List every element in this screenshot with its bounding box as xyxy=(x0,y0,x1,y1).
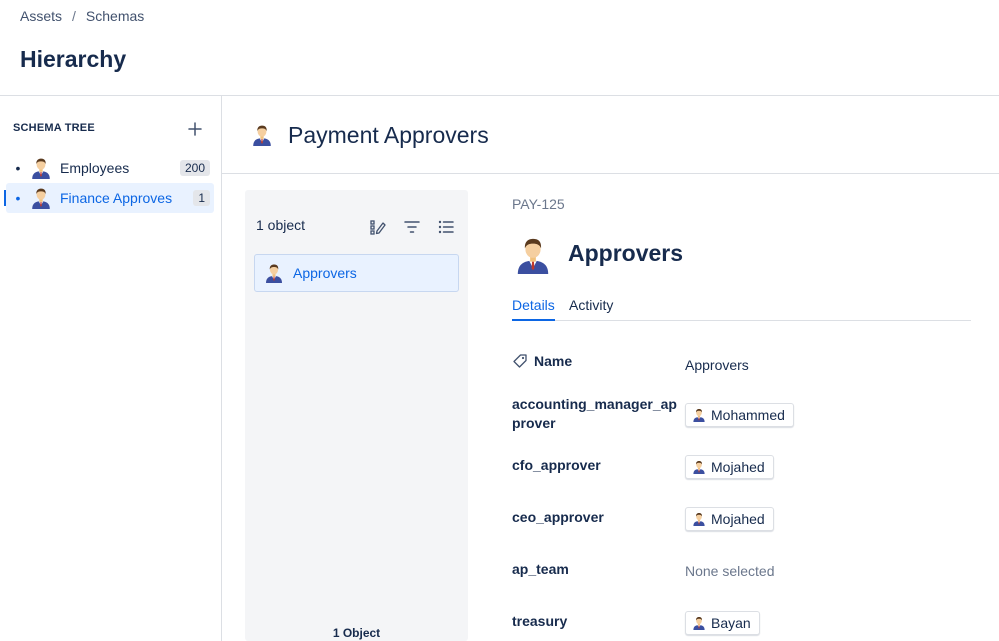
user-chip-label: Bayan xyxy=(711,615,751,631)
object-title: Approvers xyxy=(568,240,684,266)
sidebar-item-finance-approves[interactable]: • Finance Approves 1 xyxy=(4,183,214,213)
person-icon xyxy=(251,124,273,146)
user-chip[interactable]: Mohammed xyxy=(685,403,794,427)
sidebar-item-label: Finance Approves xyxy=(60,190,173,206)
attribute-label: Name xyxy=(534,353,573,369)
list-item-approvers[interactable]: Approvers xyxy=(254,254,459,292)
attribute-value: Approvers xyxy=(685,357,749,373)
count-badge: 1 xyxy=(193,190,210,206)
schema-title: Payment Approvers xyxy=(288,122,489,148)
attribute-label: accounting_manager_ap prover xyxy=(512,396,677,431)
person-icon xyxy=(692,460,706,474)
object-tabs: Details Activity xyxy=(512,296,971,321)
attribute-value: None selected xyxy=(685,563,775,579)
user-chip-label: Mojahed xyxy=(711,511,765,527)
sidebar-item-employees[interactable]: • Employees 200 xyxy=(6,153,214,183)
object-count: 1 object xyxy=(256,217,306,233)
person-icon xyxy=(30,187,52,209)
person-icon xyxy=(264,263,284,283)
tab-details[interactable]: Details xyxy=(512,297,555,321)
page-title: Hierarchy xyxy=(20,46,127,72)
user-chip[interactable]: Mojahed xyxy=(685,507,774,531)
attribute-label: cfo_approver xyxy=(512,457,601,473)
person-icon xyxy=(692,408,706,422)
attribute-label: treasury xyxy=(512,613,568,629)
breadcrumb: Assets / Schemas xyxy=(20,8,144,24)
person-icon xyxy=(692,512,706,526)
sidebar-item-label: Employees xyxy=(60,160,130,176)
user-chip-label: Mojahed xyxy=(711,459,765,475)
filter-icon[interactable] xyxy=(403,218,421,236)
attribute-label: ceo_approver xyxy=(512,509,604,525)
sidebar-title: SCHEMA TREE xyxy=(13,122,95,134)
attribute-name-label: Name xyxy=(512,352,672,371)
tab-activity[interactable]: Activity xyxy=(569,297,613,319)
user-chip-label: Mohammed xyxy=(711,407,785,423)
selection-marker xyxy=(4,190,6,206)
attribute-label: ap_team xyxy=(512,561,569,577)
object-count-footer: 1 Object xyxy=(332,626,381,640)
breadcrumb-item-assets[interactable]: Assets xyxy=(20,8,62,24)
edit-columns-icon[interactable] xyxy=(369,218,387,236)
person-icon xyxy=(514,236,552,274)
count-badge: 200 xyxy=(179,160,210,176)
breadcrumb-item-schemas[interactable]: Schemas xyxy=(86,8,144,24)
list-view-icon[interactable] xyxy=(437,218,455,236)
person-icon xyxy=(30,157,52,179)
list-item-label: Approvers xyxy=(293,265,357,281)
user-chip[interactable]: Mojahed xyxy=(685,455,774,479)
plus-icon xyxy=(188,122,202,136)
schema-tree-sidebar: SCHEMA TREE • Employees 200 • Finance Ap… xyxy=(0,96,222,641)
user-chip[interactable]: Bayan xyxy=(685,611,760,635)
bullet-icon: • xyxy=(15,190,21,206)
person-icon xyxy=(692,616,706,630)
breadcrumb-separator: / xyxy=(72,8,76,24)
schema-header: Payment Approvers xyxy=(222,96,999,174)
object-key: PAY-125 xyxy=(512,196,565,212)
object-list-panel: 1 object Approvers 1 Object xyxy=(245,190,468,641)
add-schema-button[interactable] xyxy=(184,118,206,140)
tag-icon xyxy=(513,354,527,368)
bullet-icon: • xyxy=(15,160,21,176)
